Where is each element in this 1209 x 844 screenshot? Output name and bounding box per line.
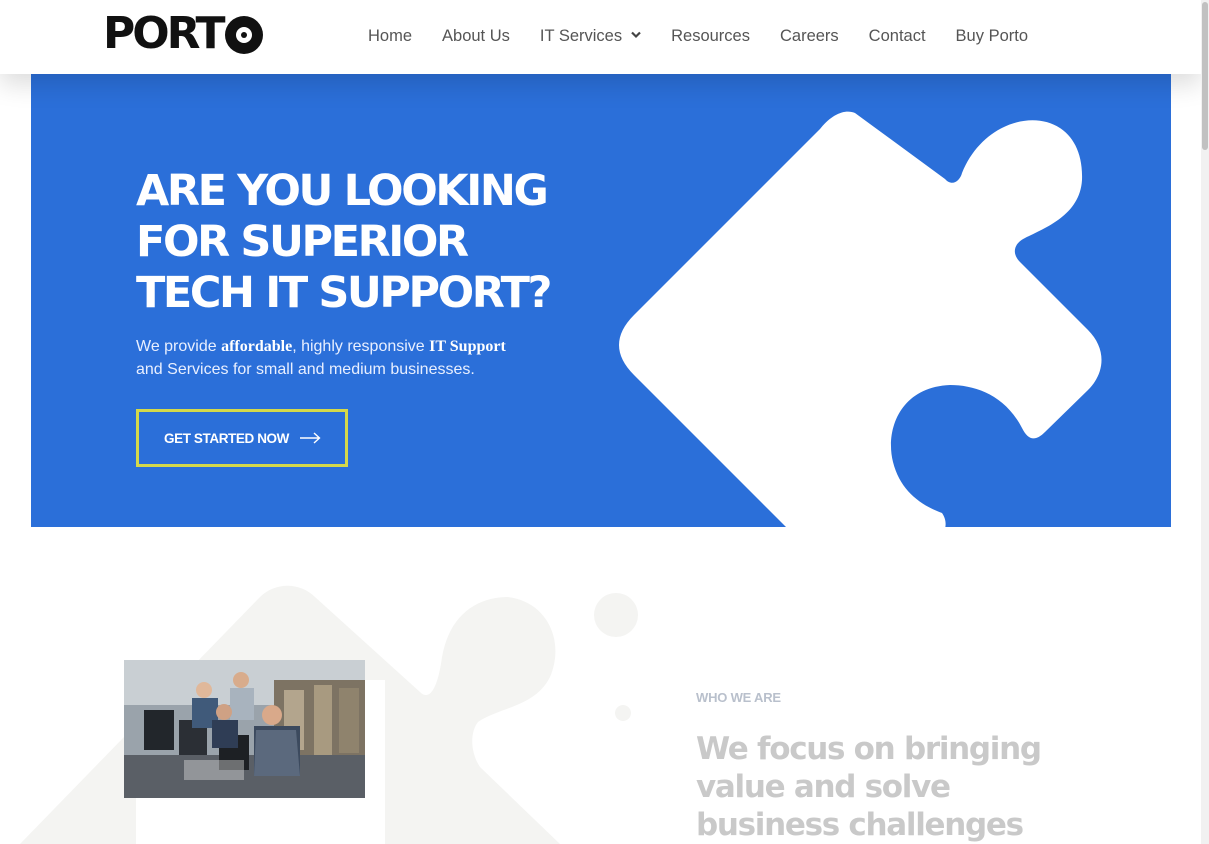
hero-subtitle: We provide affordable, highly responsive…: [136, 335, 566, 381]
nav-item-careers[interactable]: Careers: [780, 27, 839, 46]
nav-item-home[interactable]: Home: [368, 27, 412, 46]
nav-label: Careers: [779, 26, 839, 45]
nav-item-it-services[interactable]: IT Services: [540, 27, 641, 46]
team-photo: [124, 660, 365, 798]
nav-label: Buy Porto: [955, 26, 1029, 45]
hero-title-line: FOR SUPERIOR: [136, 217, 469, 267]
main-nav: Home About Us IT Services Resources Care…: [368, 0, 1028, 72]
site-header: PORT Home About Us IT Services Resources…: [0, 0, 1201, 74]
hero-sub-text: We provide: [136, 338, 222, 355]
cta-label: GET STARTED NOW: [164, 430, 289, 446]
nav-item-resources[interactable]: Resources: [671, 27, 750, 46]
logo-text: PORT: [103, 8, 226, 59]
hero-title-line: ARE YOU LOOKING: [136, 166, 549, 216]
hero-banner: ARE YOU LOOKING FOR SUPERIOR TECH IT SUP…: [31, 74, 1171, 527]
nav-label: Home: [368, 26, 413, 45]
scrollbar-thumb[interactable]: [1202, 2, 1208, 150]
nav-label: IT Services: [539, 26, 623, 45]
hero-title: ARE YOU LOOKING FOR SUPERIOR TECH IT SUP…: [136, 166, 606, 319]
get-started-button[interactable]: GET STARTED NOW: [136, 409, 348, 467]
nav-item-about-us[interactable]: About Us: [442, 27, 510, 46]
hero-sub-bold: IT Support: [429, 338, 506, 355]
porto-logo[interactable]: PORT: [103, 12, 263, 56]
hero-sub-text: , highly responsive: [292, 338, 430, 355]
nav-item-buy-porto[interactable]: Buy Porto: [956, 27, 1028, 46]
page-scrollbar[interactable]: [1201, 0, 1209, 844]
nav-label: Contact: [868, 26, 926, 45]
hero-sub-text: and Services for small and medium busine…: [136, 361, 475, 378]
nav-item-contact[interactable]: Contact: [869, 27, 926, 46]
chevron-down-icon: [631, 31, 641, 42]
arrow-right-icon: [299, 432, 321, 444]
hero-title-line: TECH IT SUPPORT?: [136, 268, 552, 318]
nav-label: About Us: [442, 26, 510, 45]
logo-target-icon: [224, 16, 263, 54]
hero-sub-bold: affordable: [221, 338, 293, 355]
nav-label: Resources: [671, 26, 750, 45]
